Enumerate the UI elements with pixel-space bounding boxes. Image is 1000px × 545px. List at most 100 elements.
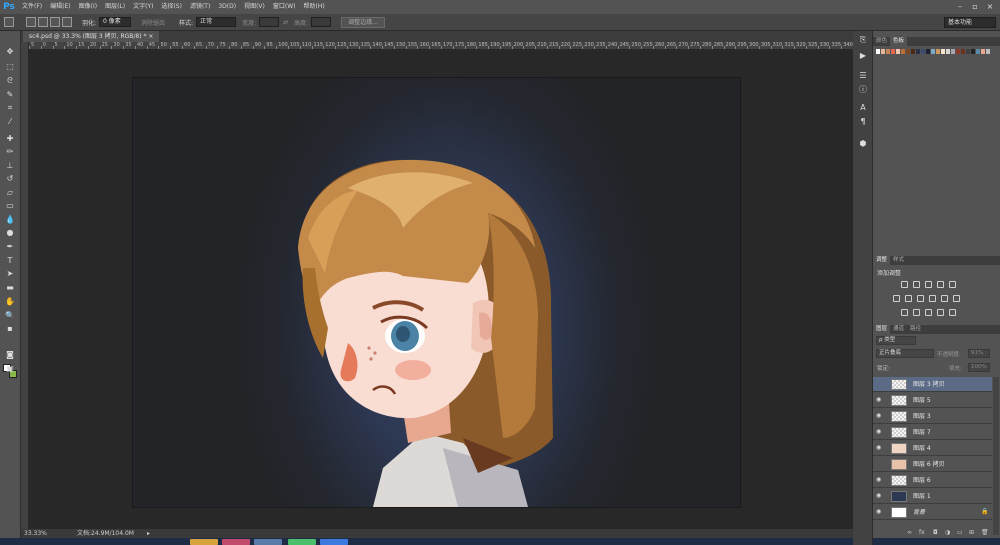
- invert-icon[interactable]: [901, 309, 908, 316]
- add-mask-icon[interactable]: ◘: [933, 530, 940, 536]
- layer-row[interactable]: ◉ 图层 3: [873, 409, 992, 424]
- layer-row[interactable]: ◉ 图层 5: [873, 393, 992, 408]
- document-tab[interactable]: sc4.psd @ 33.3% (图层 3 拷贝, RGB/8) * ×: [23, 31, 160, 42]
- color-balance-icon[interactable]: [905, 295, 912, 302]
- tab-swatches[interactable]: 色板: [890, 37, 908, 46]
- width-input[interactable]: [259, 17, 280, 27]
- layer-row[interactable]: 图层 6 拷贝: [873, 457, 992, 472]
- eye-icon[interactable]: ◉: [876, 508, 884, 516]
- layer-name[interactable]: 图层 1: [913, 492, 931, 501]
- swatch[interactable]: [986, 49, 990, 54]
- tab-adjustments[interactable]: 调整: [873, 256, 891, 265]
- tab-paths[interactable]: 路径: [907, 325, 924, 334]
- swatch[interactable]: [931, 49, 935, 54]
- eye-icon[interactable]: ◉: [876, 428, 884, 436]
- eye-icon[interactable]: ◉: [876, 412, 884, 420]
- quick-select-tool-icon[interactable]: ✎: [4, 90, 16, 99]
- swatch[interactable]: [896, 49, 900, 54]
- layer-name[interactable]: 图层 4: [913, 444, 931, 453]
- paragraph-panel-icon[interactable]: ¶: [857, 117, 869, 127]
- refine-edge-button[interactable]: 调整边缘...: [341, 16, 385, 28]
- actions-panel-icon[interactable]: ▶: [857, 51, 869, 61]
- menu-file[interactable]: 文件(F): [18, 0, 46, 14]
- photo-filter-icon[interactable]: [929, 295, 936, 302]
- gradient-map-icon[interactable]: [937, 309, 944, 316]
- link-layers-icon[interactable]: ∞: [907, 530, 914, 536]
- move-tool-icon[interactable]: ✥: [4, 47, 16, 56]
- swatch[interactable]: [936, 49, 940, 54]
- maximize-icon[interactable]: ▫: [969, 2, 981, 12]
- new-selection-icon[interactable]: [26, 17, 36, 27]
- eye-icon[interactable]: ◉: [876, 476, 884, 484]
- blur-tool-icon[interactable]: 💧: [4, 215, 16, 224]
- tab-channels[interactable]: 通道: [890, 325, 907, 334]
- minimize-icon[interactable]: –: [954, 2, 966, 12]
- swap-icon[interactable]: ⇄: [283, 19, 288, 26]
- menu-image[interactable]: 图像(I): [75, 0, 101, 14]
- menu-3d[interactable]: 3D(D): [214, 0, 240, 14]
- zoom-tool-icon[interactable]: 🔍: [4, 311, 16, 320]
- swatch[interactable]: [941, 49, 945, 54]
- swatch[interactable]: [976, 49, 980, 54]
- eyedropper-tool-icon[interactable]: ⁄: [4, 117, 16, 126]
- posterize-icon[interactable]: [913, 309, 920, 316]
- layer-row[interactable]: ◉ 图层 7: [873, 425, 992, 440]
- swatch[interactable]: [886, 49, 890, 54]
- fill-input[interactable]: 100%: [968, 363, 990, 372]
- eraser-tool-icon[interactable]: ▱: [4, 188, 16, 197]
- swatch[interactable]: [891, 49, 895, 54]
- antialias-checkbox[interactable]: 消除锯齿: [141, 18, 165, 27]
- layer-row[interactable]: ◉ 图层 4: [873, 441, 992, 456]
- hue-saturation-icon[interactable]: [893, 295, 900, 302]
- black-white-icon[interactable]: [917, 295, 924, 302]
- taskbar-explorer-icon[interactable]: [190, 539, 218, 545]
- brightness-icon[interactable]: [901, 281, 908, 288]
- layer-row[interactable]: ◉ 背景 🔒: [873, 505, 992, 520]
- levels-icon[interactable]: [913, 281, 920, 288]
- swatch[interactable]: [946, 49, 950, 54]
- swatch[interactable]: [911, 49, 915, 54]
- status-arrow-icon[interactable]: ▸: [147, 529, 150, 538]
- history-brush-tool-icon[interactable]: ↺: [4, 174, 16, 183]
- layer-name[interactable]: 图层 6: [913, 476, 931, 485]
- clone-stamp-tool-icon[interactable]: ⊥: [4, 161, 16, 170]
- layer-row[interactable]: ◉ 图层 6: [873, 473, 992, 488]
- swatch[interactable]: [901, 49, 905, 54]
- swatch[interactable]: [961, 49, 965, 54]
- menu-edit[interactable]: 编辑(E): [46, 0, 74, 14]
- shape-tool-icon[interactable]: ▬: [4, 283, 16, 292]
- marquee-preset-icon[interactable]: [4, 17, 14, 27]
- eye-icon[interactable]: ◉: [876, 492, 884, 500]
- swatch[interactable]: [906, 49, 910, 54]
- new-group-icon[interactable]: ▭: [957, 530, 964, 536]
- layer-row[interactable]: ◉ 图层 1: [873, 489, 992, 504]
- layer-name[interactable]: 图层 7: [913, 428, 931, 437]
- swatch[interactable]: [966, 49, 970, 54]
- channel-mixer-icon[interactable]: [941, 295, 948, 302]
- lasso-tool-icon[interactable]: ᘓ: [4, 76, 16, 85]
- properties-panel-icon[interactable]: ☰: [857, 71, 869, 81]
- layer-filter-select[interactable]: ρ 类型: [876, 336, 916, 345]
- default-colors-icon[interactable]: ▪: [4, 324, 16, 333]
- taskbar-photoshop-icon[interactable]: [320, 539, 348, 545]
- character-panel-icon[interactable]: A: [857, 103, 869, 113]
- style-select[interactable]: 正常: [196, 17, 237, 27]
- menu-filter[interactable]: 滤镜(T): [186, 0, 214, 14]
- swatch[interactable]: [881, 49, 885, 54]
- gradient-tool-icon[interactable]: ▭: [4, 201, 16, 210]
- menu-select[interactable]: 选择(S): [157, 0, 186, 14]
- opacity-input[interactable]: 91%: [968, 349, 990, 358]
- type-tool-icon[interactable]: T: [4, 256, 16, 265]
- swatch[interactable]: [971, 49, 975, 54]
- swatch[interactable]: [981, 49, 985, 54]
- color-lookup-icon[interactable]: [953, 295, 960, 302]
- 3d-panel-icon[interactable]: ⬢: [857, 139, 869, 149]
- layer-name[interactable]: 图层 3 拷贝: [913, 380, 945, 389]
- layer-name[interactable]: 图层 5: [913, 396, 931, 405]
- fx-icon[interactable]: fx: [919, 530, 926, 536]
- blend-mode-select[interactable]: 正片叠底: [876, 349, 934, 358]
- visibility-toggle[interactable]: [876, 460, 884, 468]
- taskbar-app-icon[interactable]: [288, 539, 316, 545]
- eye-icon[interactable]: ◉: [876, 444, 884, 452]
- dodge-tool-icon[interactable]: ●: [4, 228, 16, 237]
